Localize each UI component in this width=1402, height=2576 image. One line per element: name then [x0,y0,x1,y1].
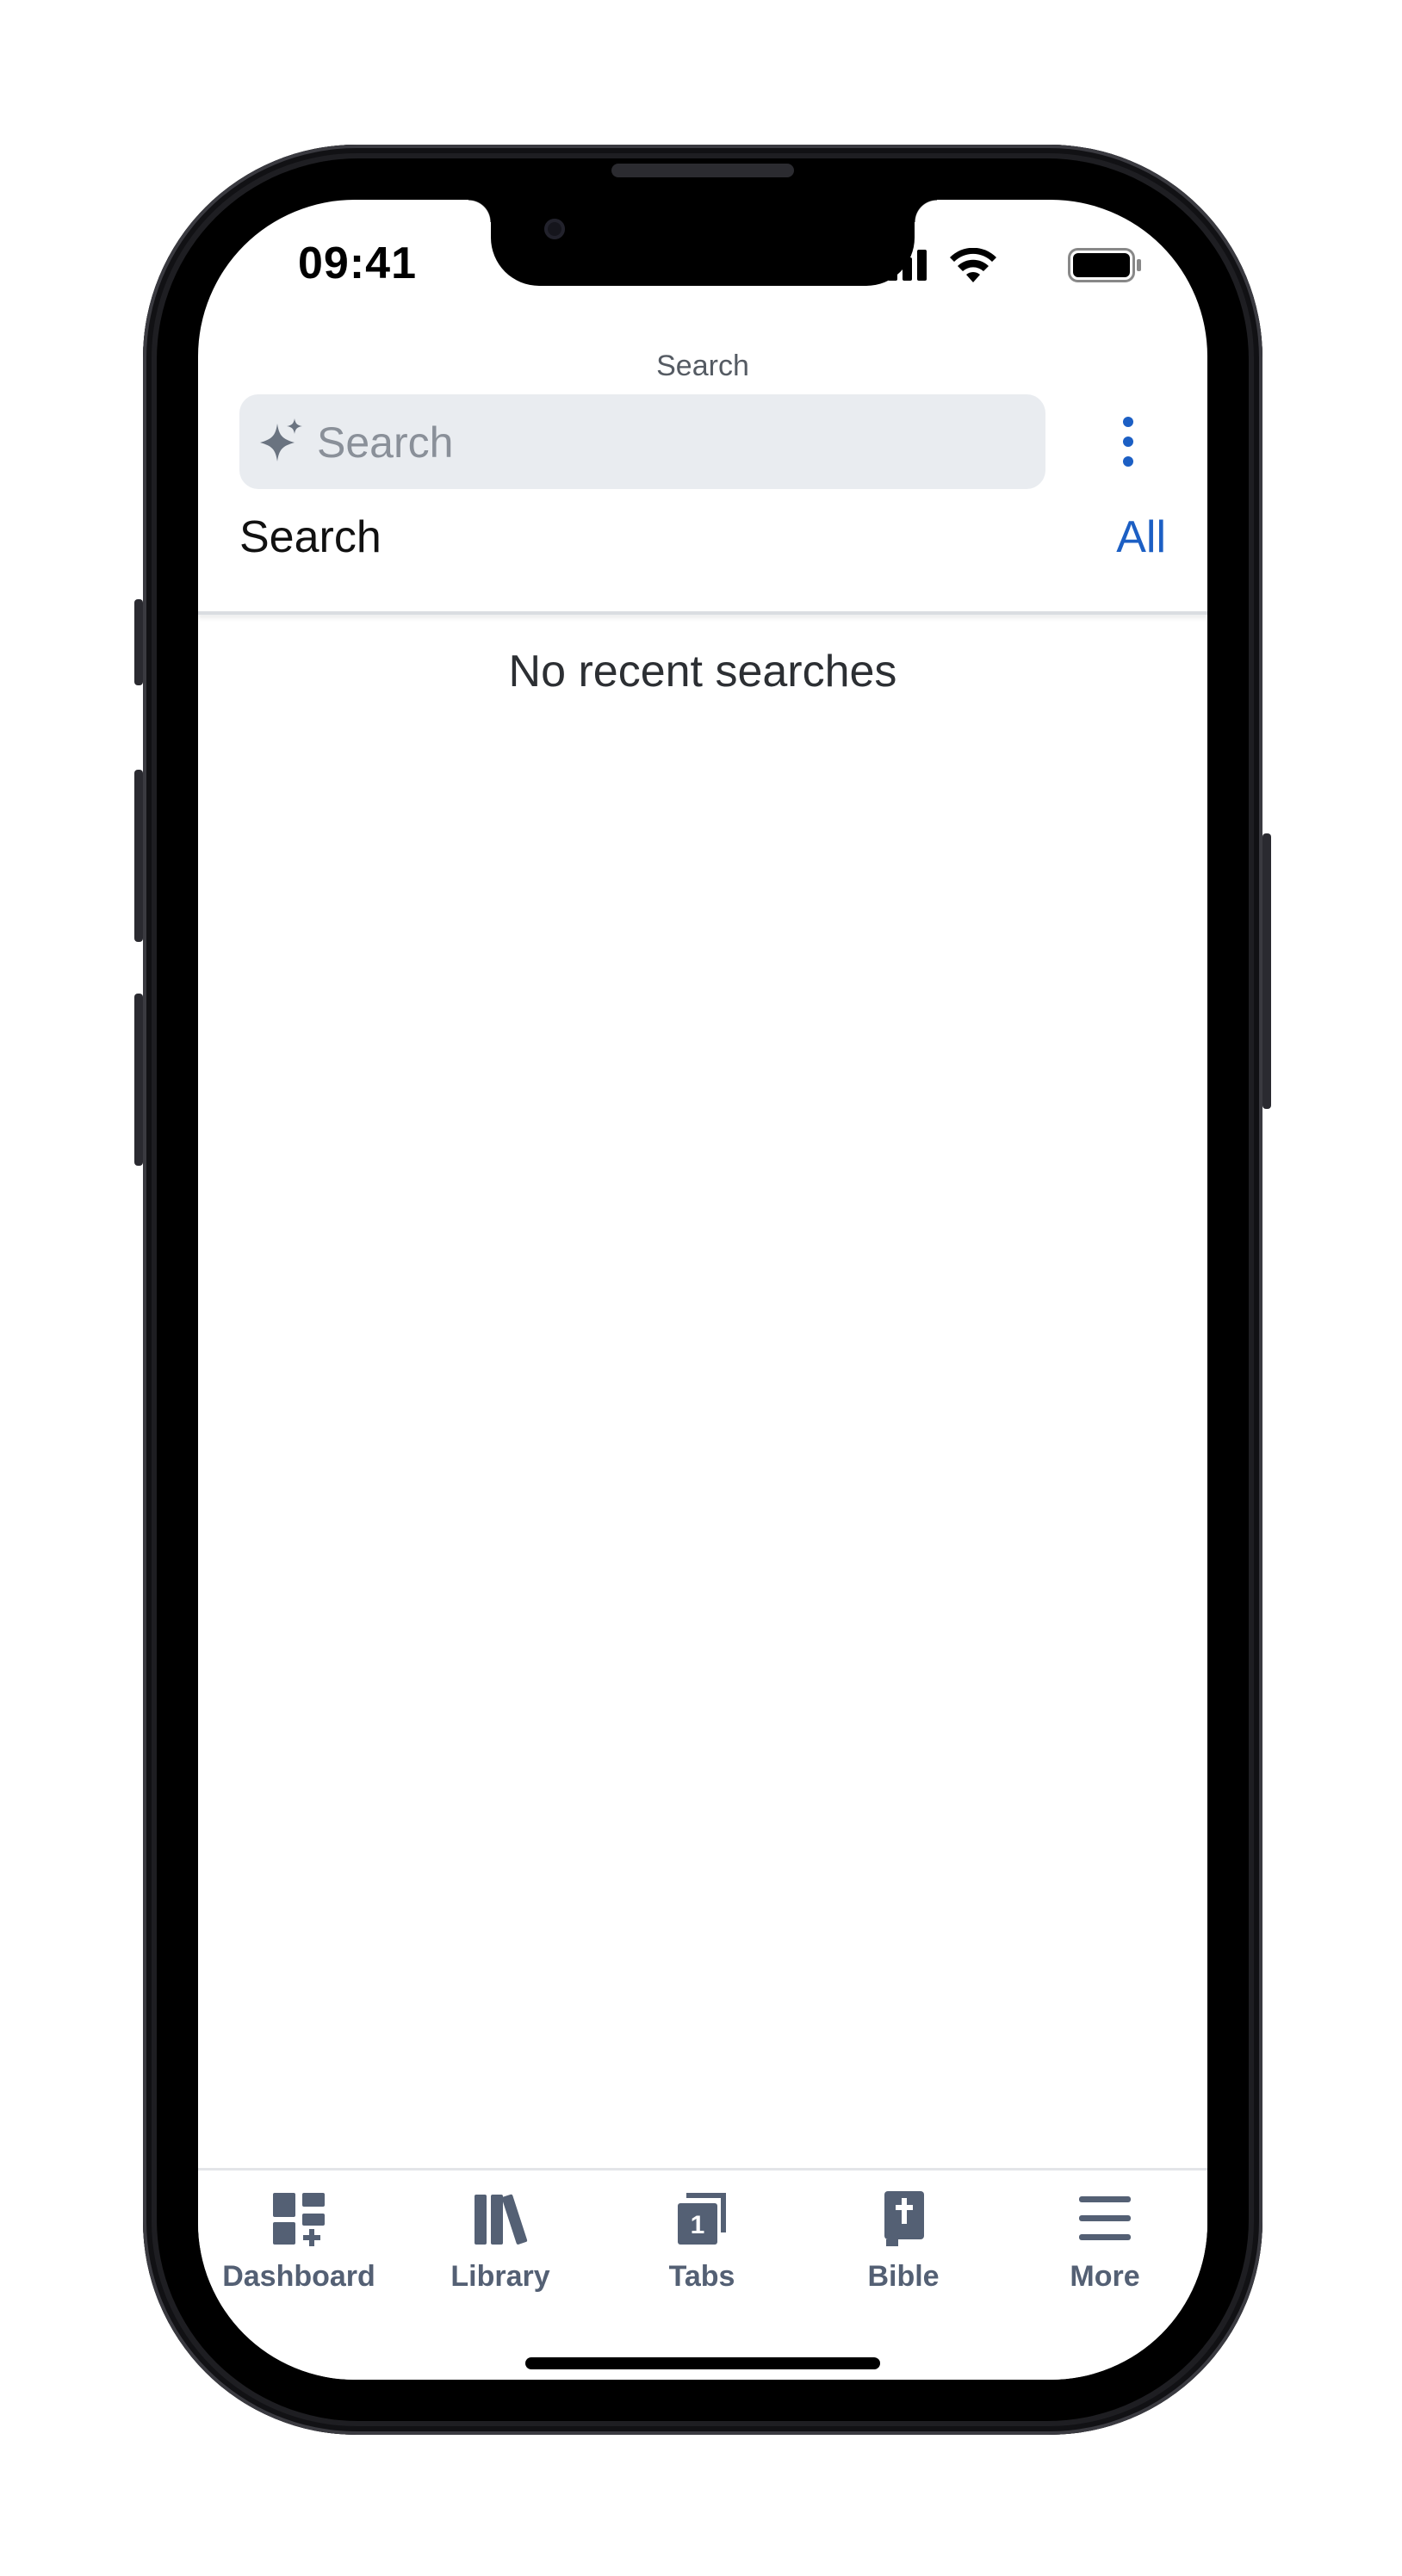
tab-label-library: Library [450,2260,550,2293]
divider [198,611,1207,615]
bible-icon [884,2191,924,2246]
hamburger-menu-icon [1079,2196,1131,2240]
earpiece-speaker [611,164,794,177]
notch [468,200,937,286]
library-icon [475,2194,528,2245]
tab-bible[interactable]: Bible [803,2170,1004,2308]
status-icons [866,245,1142,284]
screen: 09:41 Search Search Search All No recent… [198,200,1207,2380]
front-camera [544,219,565,239]
volume-up-button [134,770,143,942]
tab-library[interactable]: Library [400,2170,601,2308]
volume-down-button [134,994,143,1166]
search-field[interactable] [239,394,1045,491]
cellular-signal-icon [873,250,927,281]
empty-state-message: No recent searches [508,647,897,697]
search-scope-button[interactable]: All [1116,511,1166,563]
section-title: Search [239,512,382,562]
tab-bar: Dashboard Library 1 Tabs Bible More [198,2168,1207,2380]
tab-tabs[interactable]: 1 Tabs [601,2170,803,2308]
wifi-icon [950,248,996,282]
search-input[interactable] [315,394,1025,491]
page-title: Search [656,350,749,382]
tab-label-dashboard: Dashboard [222,2260,375,2293]
battery-icon [1068,248,1141,282]
search-section-header: Search All [198,503,1207,585]
status-time: 09:41 [298,238,417,288]
silent-switch [134,599,143,685]
tabs-count: 1 [691,2211,705,2239]
home-indicator[interactable] [525,2357,880,2369]
tab-label-tabs: Tabs [668,2260,735,2293]
tab-label-more: More [1070,2260,1140,2293]
tab-more[interactable]: More [1004,2170,1206,2308]
tab-dashboard[interactable]: Dashboard [198,2170,400,2308]
more-options-icon[interactable] [1111,413,1145,470]
sparkle-icon [260,418,302,461]
power-button [1262,833,1271,1109]
phone-frame: 09:41 Search Search Search All No recent… [134,145,1271,2435]
tabs-icon: 1 [678,2193,726,2245]
tab-label-bible: Bible [867,2260,940,2293]
dashboard-icon [273,2193,325,2246]
